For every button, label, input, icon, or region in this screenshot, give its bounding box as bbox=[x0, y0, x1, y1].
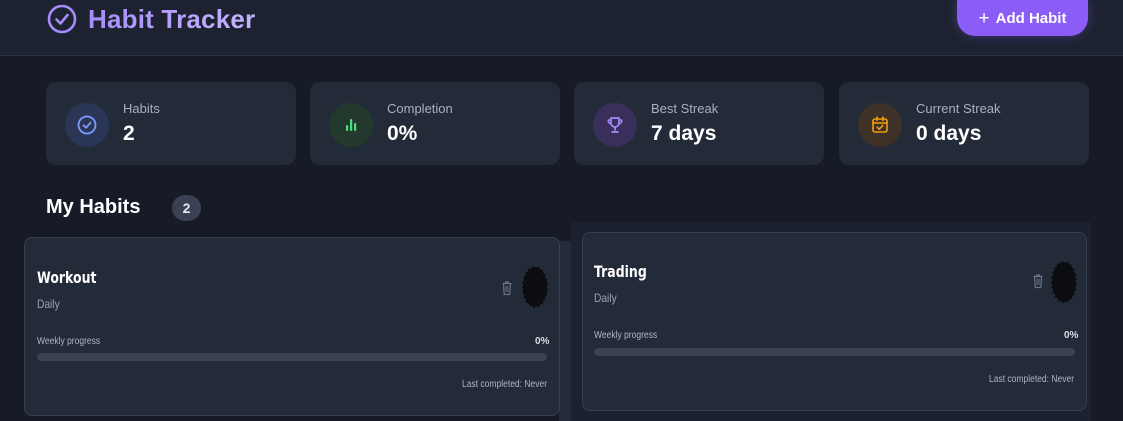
complete-toggle[interactable] bbox=[1051, 261, 1077, 303]
trophy-icon bbox=[593, 103, 637, 147]
stat-card-habits: Habits 2 bbox=[46, 82, 296, 165]
progress-bar bbox=[37, 353, 547, 361]
weekly-progress-label: Weekly progress bbox=[37, 336, 101, 347]
app-header: Habit Tracker + Add Habit bbox=[0, 0, 1123, 56]
progress-bar bbox=[594, 348, 1075, 356]
check-circle-icon bbox=[47, 4, 77, 34]
trash-icon[interactable] bbox=[1032, 273, 1044, 289]
weekly-progress-value: 0% bbox=[1064, 330, 1079, 341]
stat-card-current-streak: Current Streak 0 days bbox=[839, 82, 1089, 165]
stat-value: 2 bbox=[123, 122, 135, 145]
stat-label: Completion bbox=[387, 101, 453, 116]
trash-icon[interactable] bbox=[501, 280, 513, 296]
habit-frequency: Daily bbox=[594, 291, 617, 305]
stat-label: Best Streak bbox=[651, 101, 719, 116]
check-circle-icon bbox=[65, 103, 109, 147]
habit-name: Trading bbox=[594, 262, 647, 281]
stat-label: Current Streak bbox=[916, 101, 1001, 116]
stat-card-completion: Completion 0% bbox=[310, 82, 560, 165]
last-completed: Last completed: Never bbox=[988, 374, 1074, 385]
calendar-check-icon bbox=[858, 103, 902, 147]
grid-gutter bbox=[559, 241, 571, 421]
bar-chart-icon bbox=[329, 103, 373, 147]
stat-value: 7 days bbox=[651, 122, 717, 145]
brand: Habit Tracker bbox=[46, 4, 255, 34]
habit-card[interactable]: Workout Daily Weekly progress 0% Last co… bbox=[24, 237, 560, 416]
complete-toggle[interactable] bbox=[522, 266, 548, 308]
section-title: My Habits bbox=[46, 196, 141, 218]
habit-frequency: Daily bbox=[37, 297, 60, 311]
add-habit-label: Add Habit bbox=[995, 9, 1067, 27]
weekly-progress-label: Weekly progress bbox=[594, 330, 658, 341]
plus-icon: + bbox=[978, 7, 990, 29]
weekly-progress-value: 0% bbox=[535, 336, 550, 347]
add-habit-button[interactable]: + Add Habit bbox=[957, 0, 1088, 36]
app-title: Habit Tracker bbox=[88, 3, 256, 34]
stat-value: 0% bbox=[387, 122, 418, 145]
stat-card-best-streak: Best Streak 7 days bbox=[574, 82, 824, 165]
stat-value: 0 days bbox=[916, 122, 982, 145]
habit-count-badge: 2 bbox=[172, 195, 201, 221]
stat-label: Habits bbox=[123, 101, 160, 116]
habit-card[interactable]: Trading Daily Weekly progress 0% Last co… bbox=[582, 232, 1087, 411]
last-completed: Last completed: Never bbox=[461, 379, 547, 390]
habit-name: Workout bbox=[37, 268, 97, 287]
